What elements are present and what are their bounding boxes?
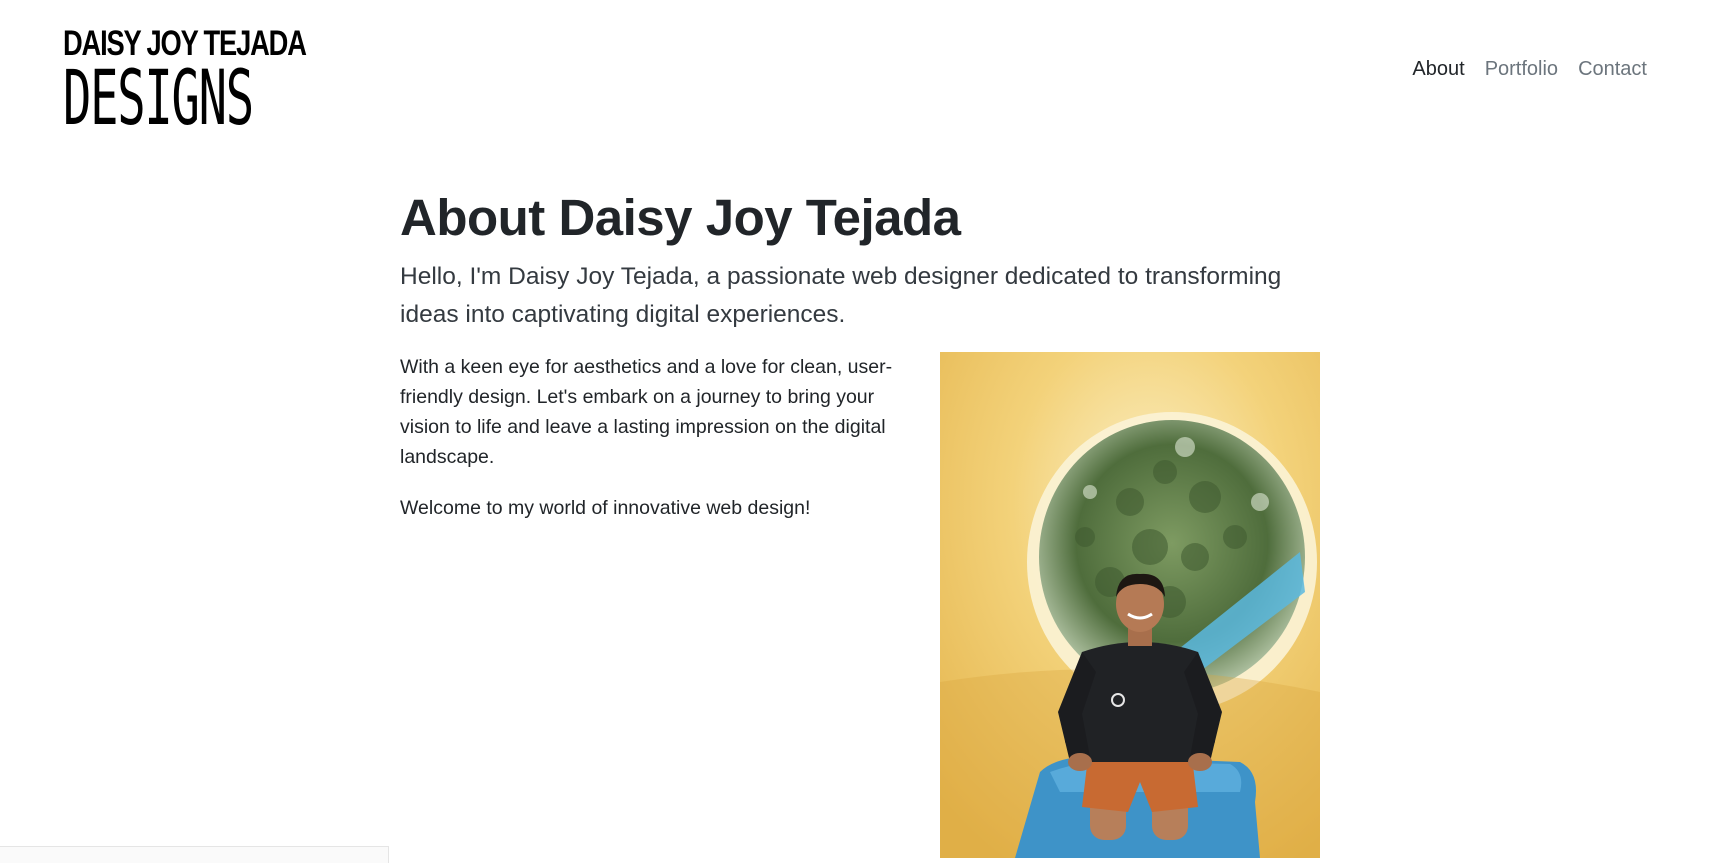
nav-about[interactable]: About bbox=[1402, 58, 1474, 81]
brand-logo[interactable]: DAISY JOY TEJADA DESIGNS bbox=[63, 24, 307, 142]
page-title: About Daisy Joy Tejada bbox=[400, 189, 961, 246]
intro-lead: Hello, I'm Daisy Joy Tejada, a passionat… bbox=[400, 263, 1282, 328]
profile-photo-illustration bbox=[940, 352, 1320, 858]
status-bar-remnant bbox=[0, 846, 389, 863]
nav-contact[interactable]: Contact bbox=[1568, 58, 1657, 81]
about-content: With a keen eye for aesthetics and a lov… bbox=[400, 352, 1320, 858]
brand-subtitle: DESIGNS bbox=[63, 53, 254, 142]
page: DAISY JOY TEJADA DESIGNS About Portfolio… bbox=[0, 0, 1726, 863]
welcome-paragraph: Welcome to my world of innovative web de… bbox=[400, 497, 811, 519]
about-section: About Daisy Joy Tejada Hello, I'm Daisy … bbox=[400, 188, 1320, 858]
profile-photo bbox=[940, 352, 1320, 858]
nav-portfolio[interactable]: Portfolio bbox=[1475, 58, 1568, 81]
main-nav: About Portfolio Contact bbox=[1402, 58, 1657, 81]
about-paragraph: With a keen eye for aesthetics and a lov… bbox=[400, 356, 893, 468]
about-text: With a keen eye for aesthetics and a lov… bbox=[400, 352, 928, 858]
